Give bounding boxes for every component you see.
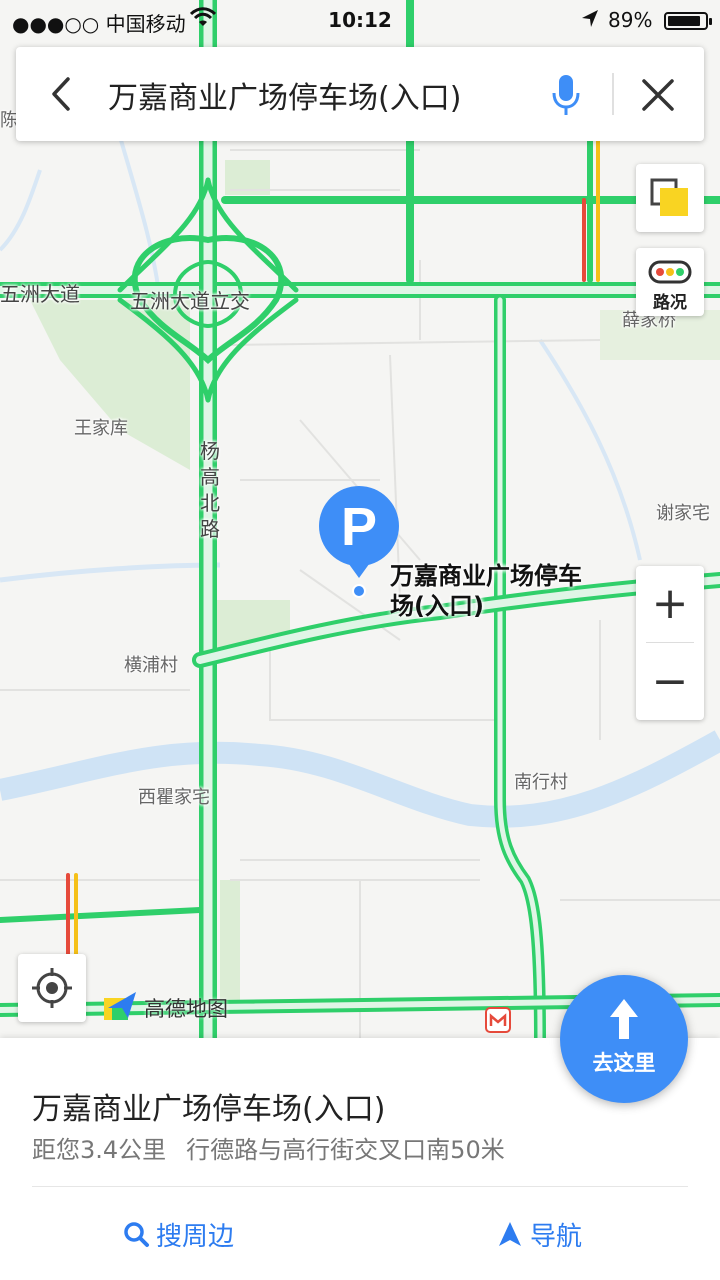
zoom-control: + − [636,566,704,720]
navigation-arrow-icon [499,1222,521,1246]
layers-icon [650,178,688,216]
zoom-out-button[interactable]: − [636,644,704,720]
place-subtitle: 距您3.4公里 行德路与高行街交叉口南50米 [32,1130,505,1165]
crosshair-icon [32,968,72,1008]
navigate-label: 导航 [530,1222,583,1252]
panel-divider [32,1186,688,1187]
map-label-xiqujiazhai: 西瞿家宅 [138,787,210,808]
map-label-nanxingcun: 南行村 [514,772,568,793]
back-arrow-icon[interactable] [38,69,82,119]
battery-percent: 89% [608,8,653,32]
traffic-button[interactable]: 路况 [636,248,704,316]
map-layers-button[interactable] [636,164,704,232]
map-canvas: P [0,0,720,1040]
search-nearby-button[interactable]: 搜周边 [122,1216,252,1252]
navigate-button[interactable]: 导航 [496,1216,606,1252]
poi-label[interactable]: 万嘉商业广场停车场(入口) [390,561,605,621]
search-nearby-label: 搜周边 [156,1222,235,1252]
amap-logo-icon [104,992,136,1020]
map-label-hengpucun: 横浦村 [124,655,178,676]
subway-station-icon [485,1007,511,1033]
map-label-xiejiazhai: 谢家宅 [656,503,710,524]
arrow-up-icon [610,999,638,1039]
place-distance: 距您3.4公里 [32,1136,167,1164]
parking-marker-letter: P [341,497,377,557]
location-arrow-icon [582,10,598,27]
map-label-wangjiaku: 王家库 [74,418,128,439]
amap-logo-text: 高德地图 [144,997,228,1021]
zoom-in-button[interactable]: + [636,566,704,642]
close-icon[interactable] [636,73,680,117]
search-icon [124,1222,149,1247]
go-here-button[interactable]: 去这里 [560,975,688,1103]
map-label-wuzhou-dadao: 五洲大道 [0,282,80,306]
go-here-label: 去这里 [592,1051,656,1075]
map-view[interactable]: P 五洲大道 五洲大道立交 薛家桥 王家库 杨高北路 谢家宅 横浦村 南行村 西… [0,0,720,1040]
locate-me-button[interactable] [18,954,86,1022]
battery-fill [668,16,701,26]
place-address: 行德路与高行街交叉口南50米 [186,1136,505,1164]
search-divider [612,73,614,115]
traffic-light-icon [648,260,692,284]
search-bar: 万嘉商业广场停车场(入口) [16,47,704,141]
status-bar: ●●●○○ 中国移动 10:12 89% [0,0,720,40]
map-label-yanggao-beilu: 杨高北路 [200,439,220,541]
place-title: 万嘉商业广场停车场(入口) [32,1092,386,1127]
search-query[interactable]: 万嘉商业广场停车场(入口) [108,73,461,117]
battery-icon [664,12,712,30]
microphone-icon[interactable] [546,71,586,119]
traffic-label: 路况 [653,293,687,313]
map-label-interchange: 五洲大道立交 [130,289,250,313]
zoom-divider [646,642,694,643]
